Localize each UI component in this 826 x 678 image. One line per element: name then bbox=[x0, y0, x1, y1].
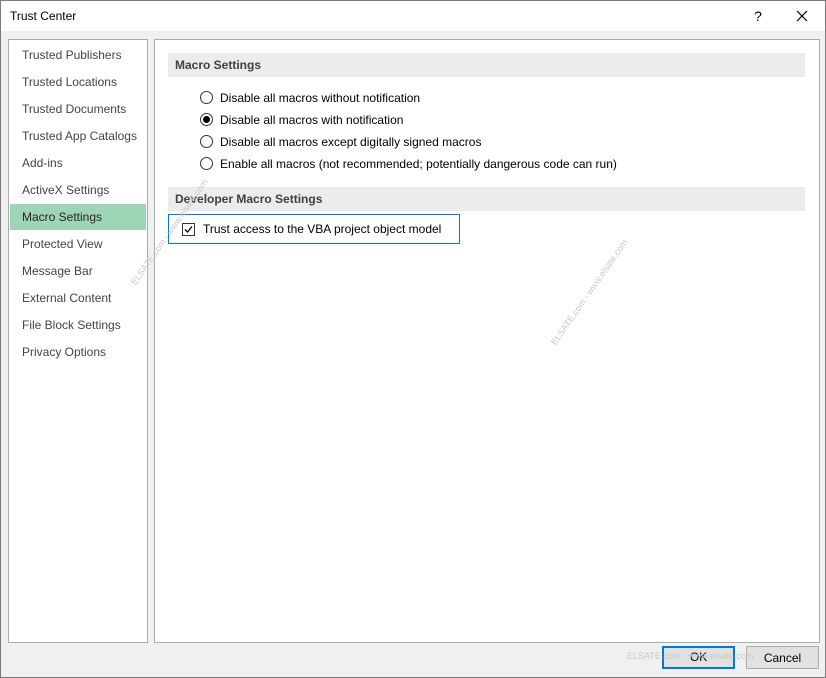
nav-item-external-content[interactable]: External Content bbox=[10, 285, 146, 311]
nav-item-protected-view[interactable]: Protected View bbox=[10, 231, 146, 257]
cancel-button[interactable]: Cancel bbox=[746, 646, 819, 669]
radio-label: Disable all macros except digitally sign… bbox=[220, 135, 482, 149]
radio-button[interactable] bbox=[200, 91, 213, 104]
trust-center-dialog: Trust Center ? Trusted Publishers Truste… bbox=[0, 0, 826, 678]
nav-item-trusted-app-catalogs[interactable]: Trusted App Catalogs bbox=[10, 123, 146, 149]
help-button[interactable]: ? bbox=[746, 1, 770, 31]
radio-button[interactable] bbox=[200, 135, 213, 148]
close-icon bbox=[796, 10, 808, 22]
nav-item-macro-settings[interactable]: Macro Settings bbox=[10, 204, 146, 230]
checkmark-icon bbox=[184, 226, 193, 233]
nav-item-activex-settings[interactable]: ActiveX Settings bbox=[10, 177, 146, 203]
category-sidebar: Trusted Publishers Trusted Locations Tru… bbox=[8, 39, 148, 643]
ok-button[interactable]: OK bbox=[662, 646, 735, 669]
vba-trust-checkbox-row[interactable]: Trust access to the VBA project object m… bbox=[168, 214, 460, 244]
title-bar: Trust Center ? bbox=[1, 1, 825, 31]
radio-label: Enable all macros (not recommended; pote… bbox=[220, 157, 617, 171]
window-title: Trust Center bbox=[10, 9, 77, 23]
macro-settings-header: Macro Settings bbox=[168, 53, 805, 77]
nav-item-file-block-settings[interactable]: File Block Settings bbox=[10, 312, 146, 338]
developer-macro-settings-header: Developer Macro Settings bbox=[168, 187, 805, 211]
close-button[interactable] bbox=[783, 1, 821, 31]
radio-button[interactable] bbox=[200, 157, 213, 170]
nav-item-add-ins[interactable]: Add-ins bbox=[10, 150, 146, 176]
radio-label: Disable all macros with notification bbox=[220, 113, 404, 127]
nav-item-message-bar[interactable]: Message Bar bbox=[10, 258, 146, 284]
radio-label: Disable all macros without notification bbox=[220, 91, 421, 105]
settings-panel: Macro Settings Disable all macros withou… bbox=[154, 39, 820, 643]
nav-item-trusted-documents[interactable]: Trusted Documents bbox=[10, 96, 146, 122]
nav-item-trusted-publishers[interactable]: Trusted Publishers bbox=[10, 42, 146, 68]
radio-button-selected[interactable] bbox=[200, 113, 213, 126]
vba-trust-checkbox[interactable] bbox=[182, 223, 195, 236]
nav-item-trusted-locations[interactable]: Trusted Locations bbox=[10, 69, 146, 95]
nav-item-privacy-options[interactable]: Privacy Options bbox=[10, 339, 146, 365]
vba-trust-label: Trust access to the VBA project object m… bbox=[203, 222, 442, 236]
